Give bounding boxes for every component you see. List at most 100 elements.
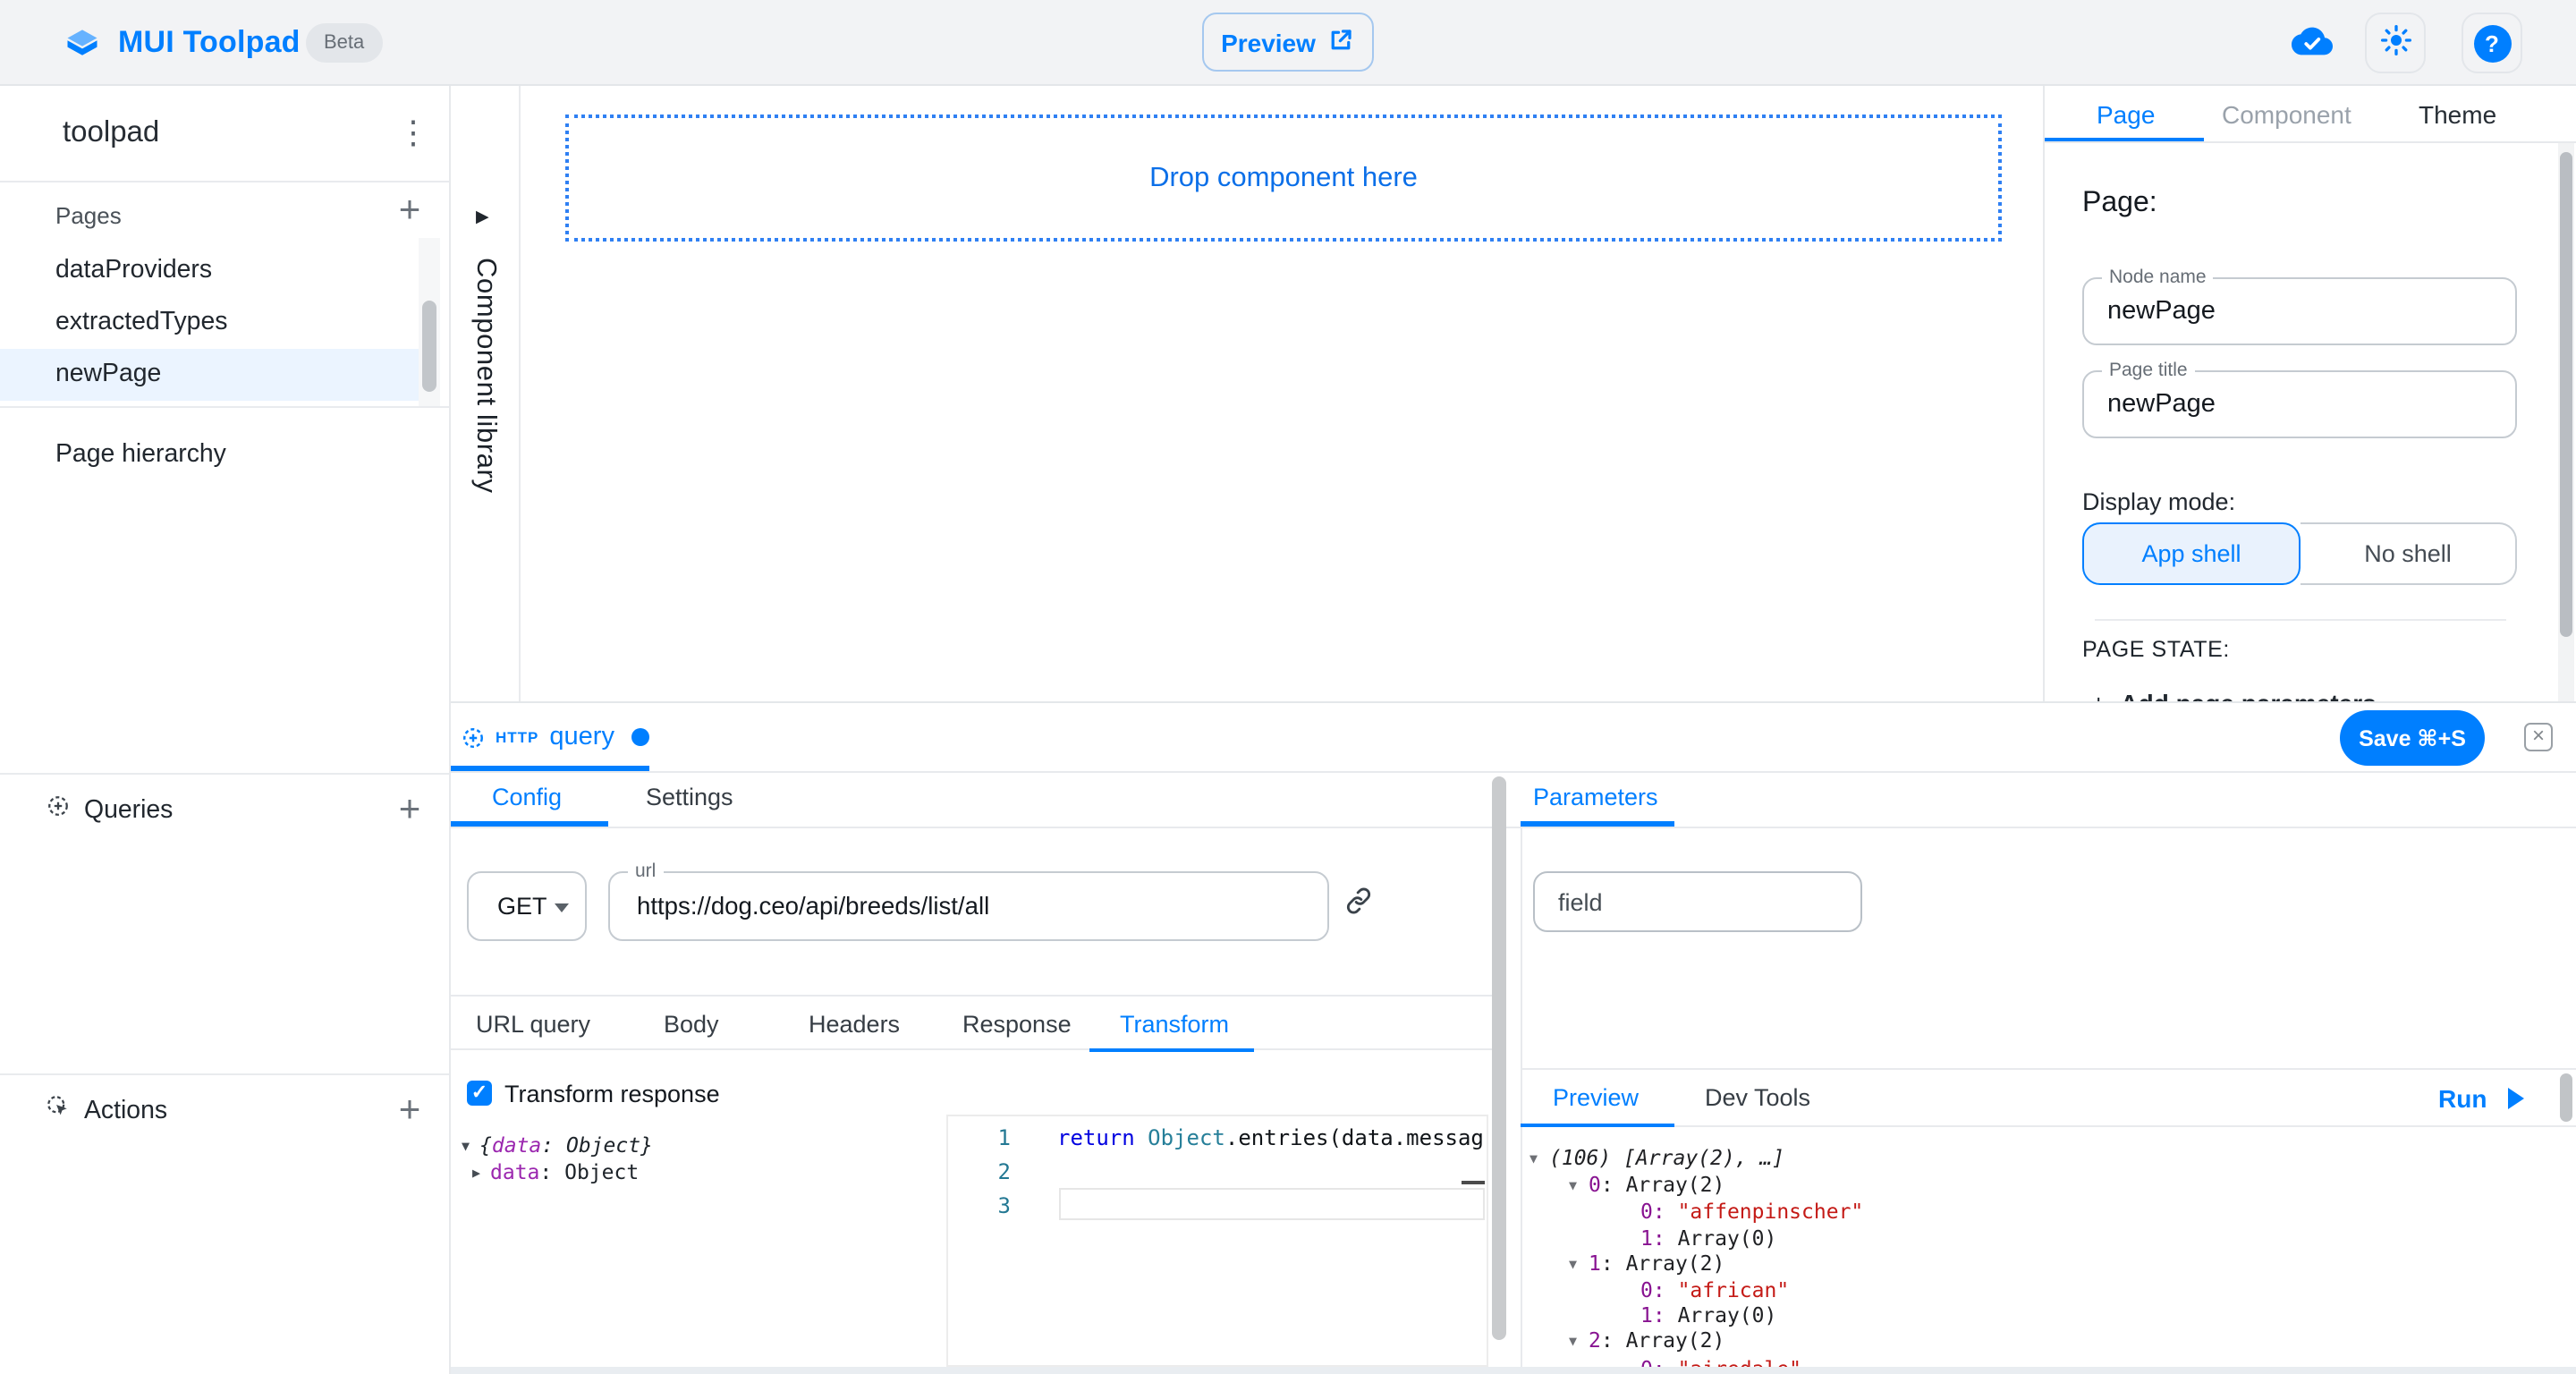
transform-response-checkbox[interactable]: ✓ <box>467 1081 492 1106</box>
tab-headers[interactable]: Headers <box>809 997 900 1050</box>
inspector-scrollbar-thumb[interactable] <box>2560 152 2572 637</box>
disclosure-triangle-icon[interactable]: ▼ <box>1569 1174 1589 1199</box>
node-name-field[interactable]: Node name newPage <box>2082 277 2517 345</box>
code-editor[interactable]: 1 2 3 return Object.entries(data.messag <box>946 1115 1488 1367</box>
request-subtabs: URL query Body Headers Response Transfor… <box>451 995 1492 1050</box>
code-keyword: return <box>1057 1125 1148 1150</box>
add-action-button[interactable]: + <box>388 1090 431 1132</box>
tree-child-row[interactable]: ▶data: Object <box>472 1159 639 1184</box>
pages-scrollbar-track[interactable] <box>419 238 440 406</box>
sidebar-item-extractedtypes[interactable]: extractedTypes <box>0 297 419 349</box>
tab-dev-tools[interactable]: Dev Tools <box>1705 1070 1810 1124</box>
component-library-label: Component library <box>469 258 501 494</box>
sidebar-item-page-hierarchy[interactable]: Page hierarchy <box>0 429 419 481</box>
pages-section-label: Pages <box>55 202 122 229</box>
tab-body[interactable]: Body <box>664 997 719 1050</box>
help-button[interactable]: ? <box>2462 13 2522 73</box>
console-line[interactable]: 0: "african" <box>1521 1277 2562 1302</box>
cursor-click-icon <box>47 1095 70 1127</box>
page-state-label: PAGE STATE: <box>2082 637 2230 662</box>
tab-component[interactable]: Component <box>2222 86 2351 143</box>
disclosure-triangle-icon[interactable]: ▶ <box>472 1164 490 1180</box>
theme-toggle-button[interactable] <box>2365 13 2426 73</box>
canvas-dropzone[interactable]: Drop component here <box>565 114 2002 242</box>
tree-child-rest: : Object <box>539 1159 639 1184</box>
tab-settings[interactable]: Settings <box>646 771 733 825</box>
console-line[interactable]: ▼1: Array(2) <box>1521 1251 2562 1277</box>
console-text: (106) [Array(2), …] <box>1549 1145 1784 1170</box>
divider <box>0 406 449 408</box>
beta-badge: Beta <box>306 23 382 63</box>
tab-theme[interactable]: Theme <box>2419 86 2496 143</box>
sidebar-item-newpage[interactable]: newPage <box>0 349 419 401</box>
page-title-field[interactable]: Page title newPage <box>2082 370 2517 438</box>
tab-response[interactable]: Response <box>962 997 1072 1050</box>
tree-root-row[interactable]: ▼{data: Object} <box>462 1132 653 1158</box>
actions-section-label: Actions <box>84 1097 167 1125</box>
console-line[interactable]: ▼0: Array(2) <box>1521 1172 2562 1199</box>
config-tab-underline <box>451 821 608 826</box>
add-page-button[interactable]: + <box>388 190 431 233</box>
inspector-scrollbar-track[interactable] <box>2558 143 2574 701</box>
divider <box>451 826 2576 827</box>
run-button-label: Run <box>2438 1084 2487 1113</box>
console-key: 0 <box>1589 1172 1601 1197</box>
tab-preview[interactable]: Preview <box>1553 1070 1639 1124</box>
pages-scrollbar-thumb[interactable] <box>422 301 436 392</box>
tab-parameters[interactable]: Parameters <box>1533 771 1658 825</box>
console-line[interactable]: 0: "airedale" <box>1521 1355 2562 1367</box>
tab-transform[interactable]: Transform <box>1120 997 1229 1050</box>
console-line[interactable]: 1: Array(0) <box>1521 1302 2562 1327</box>
save-button[interactable]: Save ⌘+S <box>2340 710 2485 766</box>
close-icon[interactable]: × <box>2524 723 2553 751</box>
divider <box>451 770 2576 772</box>
config-scrollbar-thumb[interactable] <box>1492 776 1505 1340</box>
tab-config[interactable]: Config <box>492 771 562 825</box>
console-line[interactable]: 1: Array(0) <box>1521 1225 2562 1250</box>
disclosure-triangle-icon[interactable]: ▼ <box>1569 1330 1589 1355</box>
display-mode-toggle: App shell No shell <box>2082 522 2517 585</box>
play-icon[interactable] <box>2508 1088 2524 1109</box>
console-output: ▼(106) [Array(2), …] ▼0: Array(2) 0: "af… <box>1521 1127 2562 1367</box>
divider <box>2095 619 2506 621</box>
console-line[interactable]: 0: "affenpinscher" <box>1521 1200 2562 1225</box>
tab-page[interactable]: Page <box>2097 86 2155 143</box>
url-field[interactable]: url https://dog.ceo/api/breeds/list/all <box>608 871 1329 941</box>
project-title: toolpad <box>63 86 159 181</box>
http-query-icon <box>462 725 485 749</box>
disclosure-triangle-icon[interactable]: ▼ <box>462 1137 479 1153</box>
node-name-value: newPage <box>2107 279 2216 344</box>
kebab-menu-icon[interactable]: ⋮ <box>397 113 429 152</box>
toggle-no-shell[interactable]: No shell <box>2301 522 2517 585</box>
link-icon[interactable] <box>1343 886 1374 925</box>
queries-section-header: Queries <box>47 785 173 835</box>
add-query-button[interactable]: + <box>388 789 431 832</box>
sidebar-item-dataproviders[interactable]: dataProviders <box>0 245 419 297</box>
active-tab-underline <box>2045 137 2204 141</box>
console-line[interactable]: ▼2: Array(2) <box>1521 1328 2562 1355</box>
console-string: "affenpinscher" <box>1678 1200 1864 1225</box>
inspector-tabs: Page Component Theme <box>2045 86 2576 143</box>
query-tab[interactable]: HTTP query <box>462 703 650 771</box>
console-scrollbar-thumb[interactable] <box>2560 1073 2572 1122</box>
sun-icon <box>2378 23 2412 63</box>
method-select[interactable]: GET <box>467 871 587 941</box>
disclosure-triangle-icon[interactable]: ▼ <box>1530 1147 1549 1172</box>
parameter-field-input[interactable]: field <box>1533 871 1862 932</box>
tab-url-query[interactable]: URL query <box>476 997 590 1050</box>
preview-button[interactable]: Preview <box>1202 13 1374 72</box>
brand-title: MUI Toolpad <box>118 25 301 61</box>
console-value: : Array(2) <box>1601 1251 1725 1276</box>
run-button[interactable]: Run <box>2438 1070 2487 1127</box>
code-type: Object <box>1148 1125 1225 1150</box>
console-line[interactable]: ▼(106) [Array(2), …] <box>1521 1145 2562 1172</box>
disclosure-triangle-icon[interactable]: ▼ <box>1569 1252 1589 1277</box>
add-page-parameters-button[interactable]: +Add page parameters <box>2091 689 2377 701</box>
code-line-1: return Object.entries(data.messag <box>1057 1122 1487 1156</box>
console-key: 1: <box>1640 1225 1678 1250</box>
parameter-field-value: field <box>1558 873 1603 930</box>
toggle-app-shell[interactable]: App shell <box>2082 522 2301 585</box>
chevron-right-icon[interactable]: ▶ <box>476 208 489 227</box>
tree-root-open: { <box>479 1132 492 1158</box>
divider <box>0 1073 449 1075</box>
